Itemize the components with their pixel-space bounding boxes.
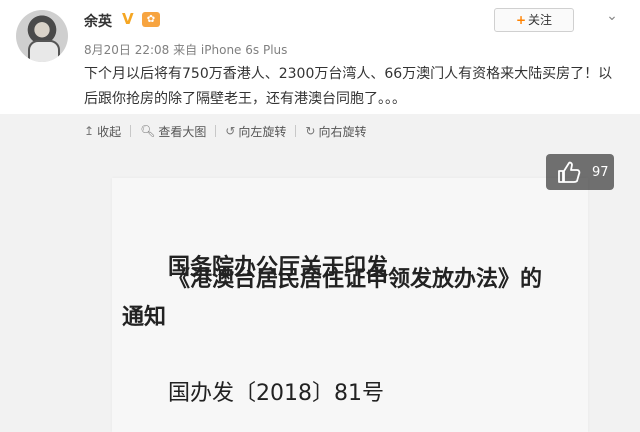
chevron-down-icon[interactable]: ⌄ (602, 6, 622, 26)
view-large-button[interactable]: 🔍︎ 查看大图 (140, 120, 206, 142)
zoom-icon: 🔍︎ (140, 124, 156, 138)
rotate-left-icon: ↺ (225, 124, 236, 138)
like-button[interactable]: 97 (546, 154, 614, 190)
divider (215, 125, 217, 137)
rotate-left-button[interactable]: ↺ 向左旋转 (225, 120, 286, 142)
rotate-right-label: 向右旋转 (318, 124, 367, 139)
document-line-4: 国办发〔2018〕81号 (168, 381, 384, 406)
follow-button[interactable]: + 关注 (494, 8, 574, 32)
rotate-right-icon: ↻ (305, 124, 316, 138)
document-line-2: 《港澳台居民居住证申领发放办法》的 (168, 267, 543, 292)
plus-icon: + (515, 13, 527, 27)
username[interactable]: 余英 (84, 11, 112, 31)
collapse-icon: ↥ (84, 124, 95, 138)
verified-badge-icon: V (122, 10, 134, 28)
post-header: 余英 V ✿ 8月20日 22:08 来自 iPhone 6s Plus + 关注… (0, 0, 640, 112)
post-text: 下个月以后将有750万香港人、2300万台湾人、66万澳门人有资格来大陆买房了！… (84, 66, 613, 107)
media-panel: ↥ 收起 🔍︎ 查看大图 ↺ 向左旋转 ↻ 向右旋转 国务院办公厅关于印发 《港… (0, 114, 640, 432)
collapse-label: 收起 (97, 124, 122, 139)
view-large-label: 查看大图 (158, 124, 207, 139)
rotate-left-label: 向左旋转 (238, 124, 287, 139)
image-toolbar: ↥ 收起 🔍︎ 查看大图 ↺ 向左旋转 ↻ 向右旋转 (84, 120, 366, 142)
divider (295, 125, 297, 137)
like-count: 97 (592, 164, 609, 180)
thumbs-up-icon (558, 161, 581, 183)
level-badge-icon: ✿ (142, 12, 160, 27)
document-line-3: 通知 (122, 305, 167, 330)
follow-label: 关注 (528, 13, 553, 27)
divider (130, 125, 132, 137)
rotate-right-button[interactable]: ↻ 向右旋转 (305, 120, 366, 142)
avatar[interactable] (16, 10, 68, 62)
post-meta: 8月20日 22:08 来自 iPhone 6s Plus (84, 43, 288, 57)
collapse-button[interactable]: ↥ 收起 (84, 120, 121, 142)
